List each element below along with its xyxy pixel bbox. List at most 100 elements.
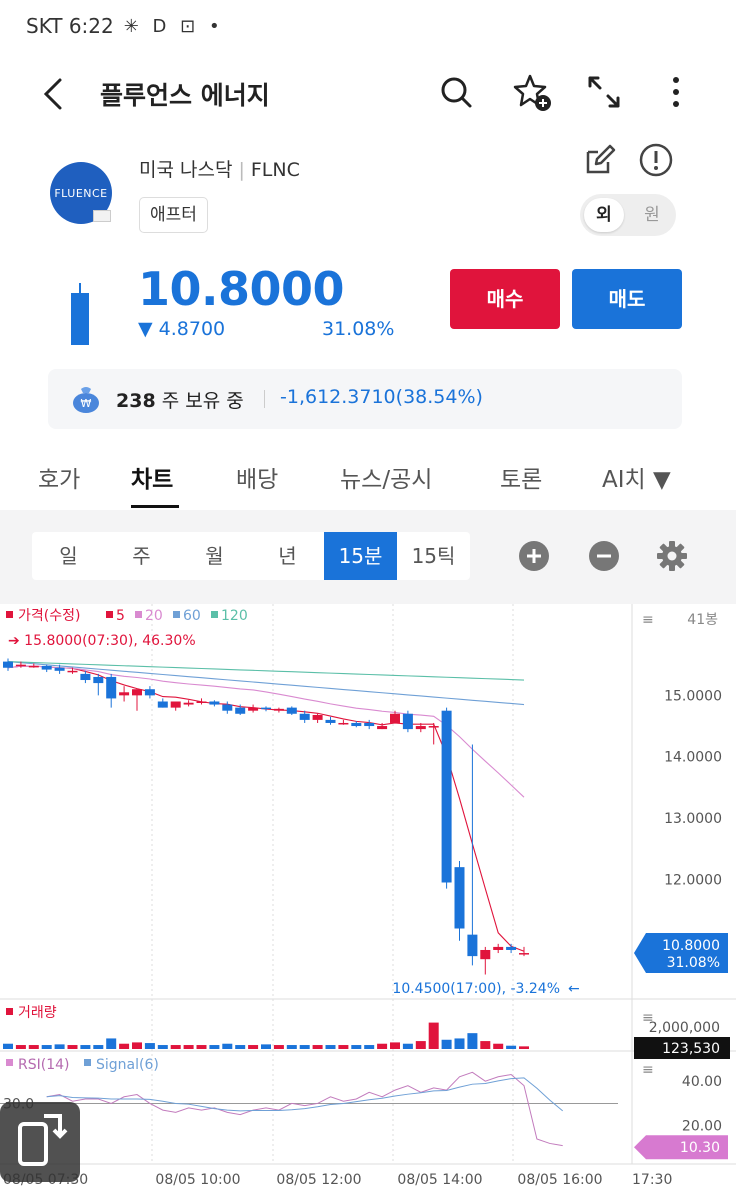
candle-body [248, 707, 259, 711]
volume-bar [441, 1039, 452, 1049]
volume-bar [132, 1042, 142, 1049]
edit-icon[interactable] [582, 142, 618, 178]
candle-body [144, 689, 155, 696]
current-price-label: 10.8000 [662, 938, 720, 954]
candle-body [467, 934, 478, 957]
x-tick-label: 17:30 [632, 1172, 672, 1188]
status-time: SKT 6:22 [26, 14, 114, 38]
tab-ai[interactable]: AI치 ▼ [602, 460, 671, 494]
candle-body [3, 661, 13, 668]
holding-qty-number: 238 [116, 390, 156, 412]
current-price: 10.8000 [138, 262, 345, 316]
more-menu-icon[interactable] [656, 72, 696, 112]
candlestick-chart[interactable]: 가격(수정) 5 20 60 120 ➔ 15.8000(07:30), 46.30% 41… [0, 604, 736, 1199]
holding-pl: -1,612.3710(38.54%) [280, 386, 483, 408]
currency-toggle[interactable]: 외 원 [580, 194, 676, 236]
market-name: 미국 나스닥 [139, 159, 233, 181]
volume-bar [519, 1046, 529, 1049]
y-tick-label: 13.0000 [664, 811, 722, 827]
divider [264, 390, 265, 408]
legend-ma-swatch [106, 611, 113, 618]
zoom-in-icon[interactable] [518, 540, 550, 572]
volume-bar [15, 1045, 26, 1049]
candle-body [132, 689, 142, 696]
menu-icon: ≡ [642, 1062, 654, 1078]
candle-body [261, 707, 271, 710]
volume-bar [299, 1045, 310, 1049]
signal-legend-swatch [84, 1059, 91, 1066]
period-week[interactable]: 주 [105, 532, 178, 580]
mini-candle-icon [71, 283, 89, 345]
period-month[interactable]: 월 [178, 532, 251, 580]
volume-bar [351, 1045, 362, 1049]
candle-body [28, 665, 39, 668]
candle-body [454, 867, 465, 929]
expand-icon[interactable] [584, 72, 624, 112]
chart-settings-gear-icon[interactable] [656, 540, 688, 572]
volume-bar [402, 1043, 413, 1049]
volume-bar [364, 1045, 375, 1049]
tab-chart[interactable]: 차트 [131, 460, 173, 494]
price-chart-panel[interactable]: 가격(수정) 5 20 60 120 ➔ 15.8000(07:30), 46.30% 41… [0, 604, 736, 1199]
holding-summary[interactable]: ₩ 238 주 보유 중 -1,612.3710(38.54%) [48, 369, 682, 429]
legend-price: 가격(수정) [18, 608, 80, 624]
info-icon[interactable] [638, 142, 674, 178]
legend-ma-swatch [211, 611, 218, 618]
back-arrow-icon[interactable] [36, 74, 72, 114]
volume-bar [467, 1033, 478, 1049]
price-change-pct: 31.08% [322, 318, 395, 340]
y-tick-label: 15.0000 [664, 688, 722, 704]
add-favorite-star-icon[interactable] [512, 72, 552, 112]
period-day[interactable]: 일 [32, 532, 105, 580]
candle-body [480, 949, 491, 960]
legend-ma-label: 120 [221, 608, 248, 624]
volume-bar [338, 1045, 349, 1049]
volume-bar [3, 1043, 13, 1049]
sell-button[interactable]: 매도 [572, 269, 682, 329]
candle-body [41, 665, 52, 670]
legend-ma-swatch [135, 611, 142, 618]
buy-button[interactable]: 매수 [450, 269, 560, 329]
app-header: 플루언스 에너지 [0, 60, 736, 126]
candle-body [351, 722, 362, 727]
volume-bar [170, 1045, 181, 1049]
volume-bar [80, 1045, 91, 1049]
candle-body [415, 726, 426, 730]
candle-body [506, 946, 517, 950]
currency-won[interactable]: 원 [634, 198, 670, 232]
menu-icon: ≡ [642, 1010, 654, 1026]
period-year[interactable]: 년 [251, 532, 324, 580]
holding-pl-amount: -1,612.3710 [280, 386, 396, 408]
tab-dividend[interactable]: 배당 [236, 460, 278, 494]
search-icon[interactable] [436, 72, 476, 112]
rotate-screen-icon [18, 1114, 68, 1166]
volume-bar [196, 1045, 207, 1049]
candle-body [325, 719, 336, 723]
candle-body [402, 713, 413, 730]
period-15tick[interactable]: 15틱 [397, 532, 470, 580]
volume-bar [93, 1045, 104, 1049]
tab-news[interactable]: 뉴스/공시 [340, 460, 432, 494]
high-annotation: ➔ 15.8000(07:30), 46.30% [8, 633, 196, 649]
currency-foreign[interactable]: 외 [584, 198, 624, 232]
zoom-out-icon[interactable] [588, 540, 620, 572]
period-15min[interactable]: 15분 [324, 532, 397, 580]
volume-bar [144, 1043, 155, 1049]
tab-orderbook[interactable]: 호가 [38, 460, 80, 494]
holding-quantity: 238 주 보유 중 [116, 386, 244, 413]
floating-rotate-button[interactable] [0, 1102, 80, 1182]
tab-discussion[interactable]: 토론 [500, 460, 542, 494]
holding-qty-suffix: 주 보유 중 [161, 390, 244, 412]
candle-body [54, 667, 65, 671]
volume-bar [119, 1043, 130, 1049]
candle-body [235, 707, 246, 714]
rsi-title: RSI(14) [18, 1057, 69, 1073]
candle-body [377, 726, 388, 730]
status-bar: SKT 6:22 ✳ D ⊡ • [0, 0, 736, 52]
tab-bar: 호가 차트 배당 뉴스/공시 토론 AI치 ▼ [0, 448, 736, 510]
volume-bar [493, 1043, 504, 1049]
candle-body [428, 726, 439, 728]
low-arrow-icon: ← [568, 981, 580, 997]
y-tick-label: 14.0000 [664, 750, 722, 766]
candle-body [170, 701, 181, 708]
